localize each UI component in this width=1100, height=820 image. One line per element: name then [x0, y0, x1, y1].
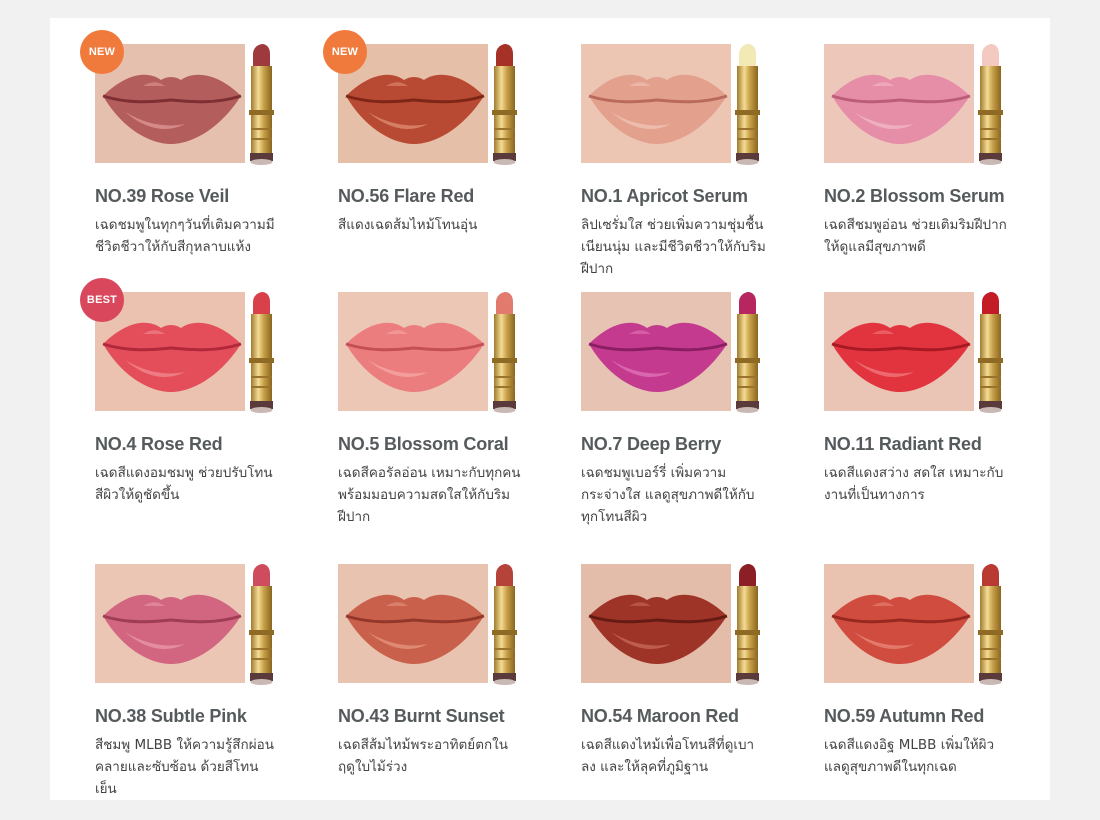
lipstick-icon: [249, 44, 274, 165]
product-description: เฉดสีแดงอิฐ MLBB เพิ่มให้ผิวแลดูสุขภาพดี…: [824, 737, 995, 775]
product-card-7[interactable]: NO.7 Deep Berry เฉดชมพูเบอร์รี่ เพิ่มควา…: [581, 288, 824, 560]
product-swatch-image[interactable]: NEW: [80, 30, 280, 167]
lip-swatch: [824, 564, 974, 683]
product-name[interactable]: NO.38 Subtle Pink: [95, 706, 338, 727]
product-description: ลิปเซรั่มใส ช่วยเพิ่มความชุ่มชื้นเนียนนุ…: [581, 217, 766, 277]
product-name[interactable]: NO.1 Apricot Serum: [581, 186, 824, 207]
product-card-2[interactable]: NEW NO.56 Flare Red สีแดงเฉดส้มไหม้โทนอุ…: [323, 30, 581, 288]
product-description: เฉดสีชมพูอ่อน ช่วยเติมริมฝีปากให้ดูแลมีส…: [824, 217, 1007, 255]
lip-swatch: [95, 564, 245, 683]
lipstick-icon: [492, 44, 517, 165]
product-swatch-image[interactable]: [581, 44, 766, 167]
lipstick-icon: [735, 292, 760, 413]
product-description: สีชมพู MLBB ให้ความรู้สึกผ่อนคลายและซับซ…: [95, 737, 274, 797]
product-swatch-image[interactable]: [338, 292, 523, 415]
product-card-12[interactable]: NO.59 Autumn Red เฉดสีแดงอิฐ MLBB เพิ่มใ…: [824, 560, 1067, 800]
product-card-5[interactable]: BEST NO.4 Rose Red เฉดสีแดงอมชมพู ช่วยปร…: [80, 278, 338, 560]
product-name[interactable]: NO.56 Flare Red: [338, 186, 581, 207]
lip-swatch: [824, 292, 974, 411]
product-swatch-image[interactable]: NEW: [323, 30, 523, 167]
lip-swatch: [581, 44, 731, 163]
product-card-4[interactable]: NO.2 Blossom Serum เฉดสีชมพูอ่อน ช่วยเติ…: [824, 40, 1067, 288]
lipstick-icon: [249, 564, 274, 685]
product-name[interactable]: NO.54 Maroon Red: [581, 706, 824, 727]
lip-swatch: [338, 292, 488, 411]
product-name[interactable]: NO.5 Blossom Coral: [338, 434, 581, 455]
product-swatch-image[interactable]: [581, 564, 766, 687]
product-name[interactable]: NO.7 Deep Berry: [581, 434, 824, 455]
product-name[interactable]: NO.43 Burnt Sunset: [338, 706, 581, 727]
product-name[interactable]: NO.11 Radiant Red: [824, 434, 1067, 455]
product-description: เฉดสีแดงสว่าง สดใส เหมาะกับงานที่เป็นทาง…: [824, 465, 1004, 503]
lipstick-icon: [978, 564, 1003, 685]
product-name[interactable]: NO.39 Rose Veil: [95, 186, 338, 207]
new-badge: NEW: [323, 30, 367, 74]
product-description: เฉดสีแดงไหม้เพื่อโทนสีที่ดูเบาลง และให้ล…: [581, 737, 755, 775]
lip-swatch: [338, 564, 488, 683]
product-grid: NEW NO.39 Rose Veil เฉดชมพูในทุกๆวันที่เ…: [80, 30, 1067, 800]
product-card-1[interactable]: NEW NO.39 Rose Veil เฉดชมพูในทุกๆวันที่เ…: [80, 30, 338, 288]
lipstick-icon: [492, 292, 517, 413]
product-swatch-image[interactable]: [824, 292, 1009, 415]
product-swatch-image[interactable]: [824, 44, 1009, 167]
lipstick-icon: [978, 44, 1003, 165]
product-name[interactable]: NO.59 Autumn Red: [824, 706, 1067, 727]
product-swatch-image[interactable]: [95, 564, 280, 687]
lipstick-icon: [978, 292, 1003, 413]
product-panel: NEW NO.39 Rose Veil เฉดชมพูในทุกๆวันที่เ…: [50, 18, 1050, 800]
product-description: เฉดชมพูเบอร์รี่ เพิ่มความกระจ่างใส แลดูส…: [581, 465, 755, 525]
product-card-3[interactable]: NO.1 Apricot Serum ลิปเซรั่มใส ช่วยเพิ่ม…: [581, 40, 824, 288]
lip-swatch: [824, 44, 974, 163]
product-card-10[interactable]: NO.43 Burnt Sunset เฉดสีส้มไหม้พระอาทิตย…: [338, 560, 581, 800]
lip-swatch: [581, 292, 731, 411]
product-description: สีแดงเฉดส้มไหม้โทนอุ่น: [338, 217, 478, 233]
product-swatch-image[interactable]: [824, 564, 1009, 687]
product-swatch-image[interactable]: BEST: [80, 278, 280, 415]
best-badge: BEST: [80, 278, 124, 322]
product-card-9[interactable]: NO.38 Subtle Pink สีชมพู MLBB ให้ความรู้…: [95, 560, 338, 800]
product-description: เฉดชมพูในทุกๆวันที่เติมความมีชีวิตชีวาให…: [95, 217, 275, 255]
product-description: เฉดสีแดงอมชมพู ช่วยปรับโทนสีผิวให้ดูชัดข…: [95, 465, 273, 503]
new-badge: NEW: [80, 30, 124, 74]
product-swatch-image[interactable]: [581, 292, 766, 415]
product-card-8[interactable]: NO.11 Radiant Red เฉดสีแดงสว่าง สดใส เหม…: [824, 288, 1067, 560]
lipstick-icon: [735, 44, 760, 165]
product-card-6[interactable]: NO.5 Blossom Coral เฉดสีคอรัลอ่อน เหมาะก…: [338, 288, 581, 560]
lipstick-icon: [735, 564, 760, 685]
product-name[interactable]: NO.2 Blossom Serum: [824, 186, 1067, 207]
product-description: เฉดสีส้มไหม้พระอาทิตย์ตกในฤดูใบไม้ร่วง: [338, 737, 508, 775]
lipstick-icon: [492, 564, 517, 685]
lipstick-icon: [249, 292, 274, 413]
product-description: เฉดสีคอรัลอ่อน เหมาะกับทุกคนพร้อมมอบความ…: [338, 465, 521, 525]
product-swatch-image[interactable]: [338, 564, 523, 687]
lip-swatch: [581, 564, 731, 683]
product-card-11[interactable]: NO.54 Maroon Red เฉดสีแดงไหม้เพื่อโทนสีท…: [581, 560, 824, 800]
product-name[interactable]: NO.4 Rose Red: [95, 434, 338, 455]
